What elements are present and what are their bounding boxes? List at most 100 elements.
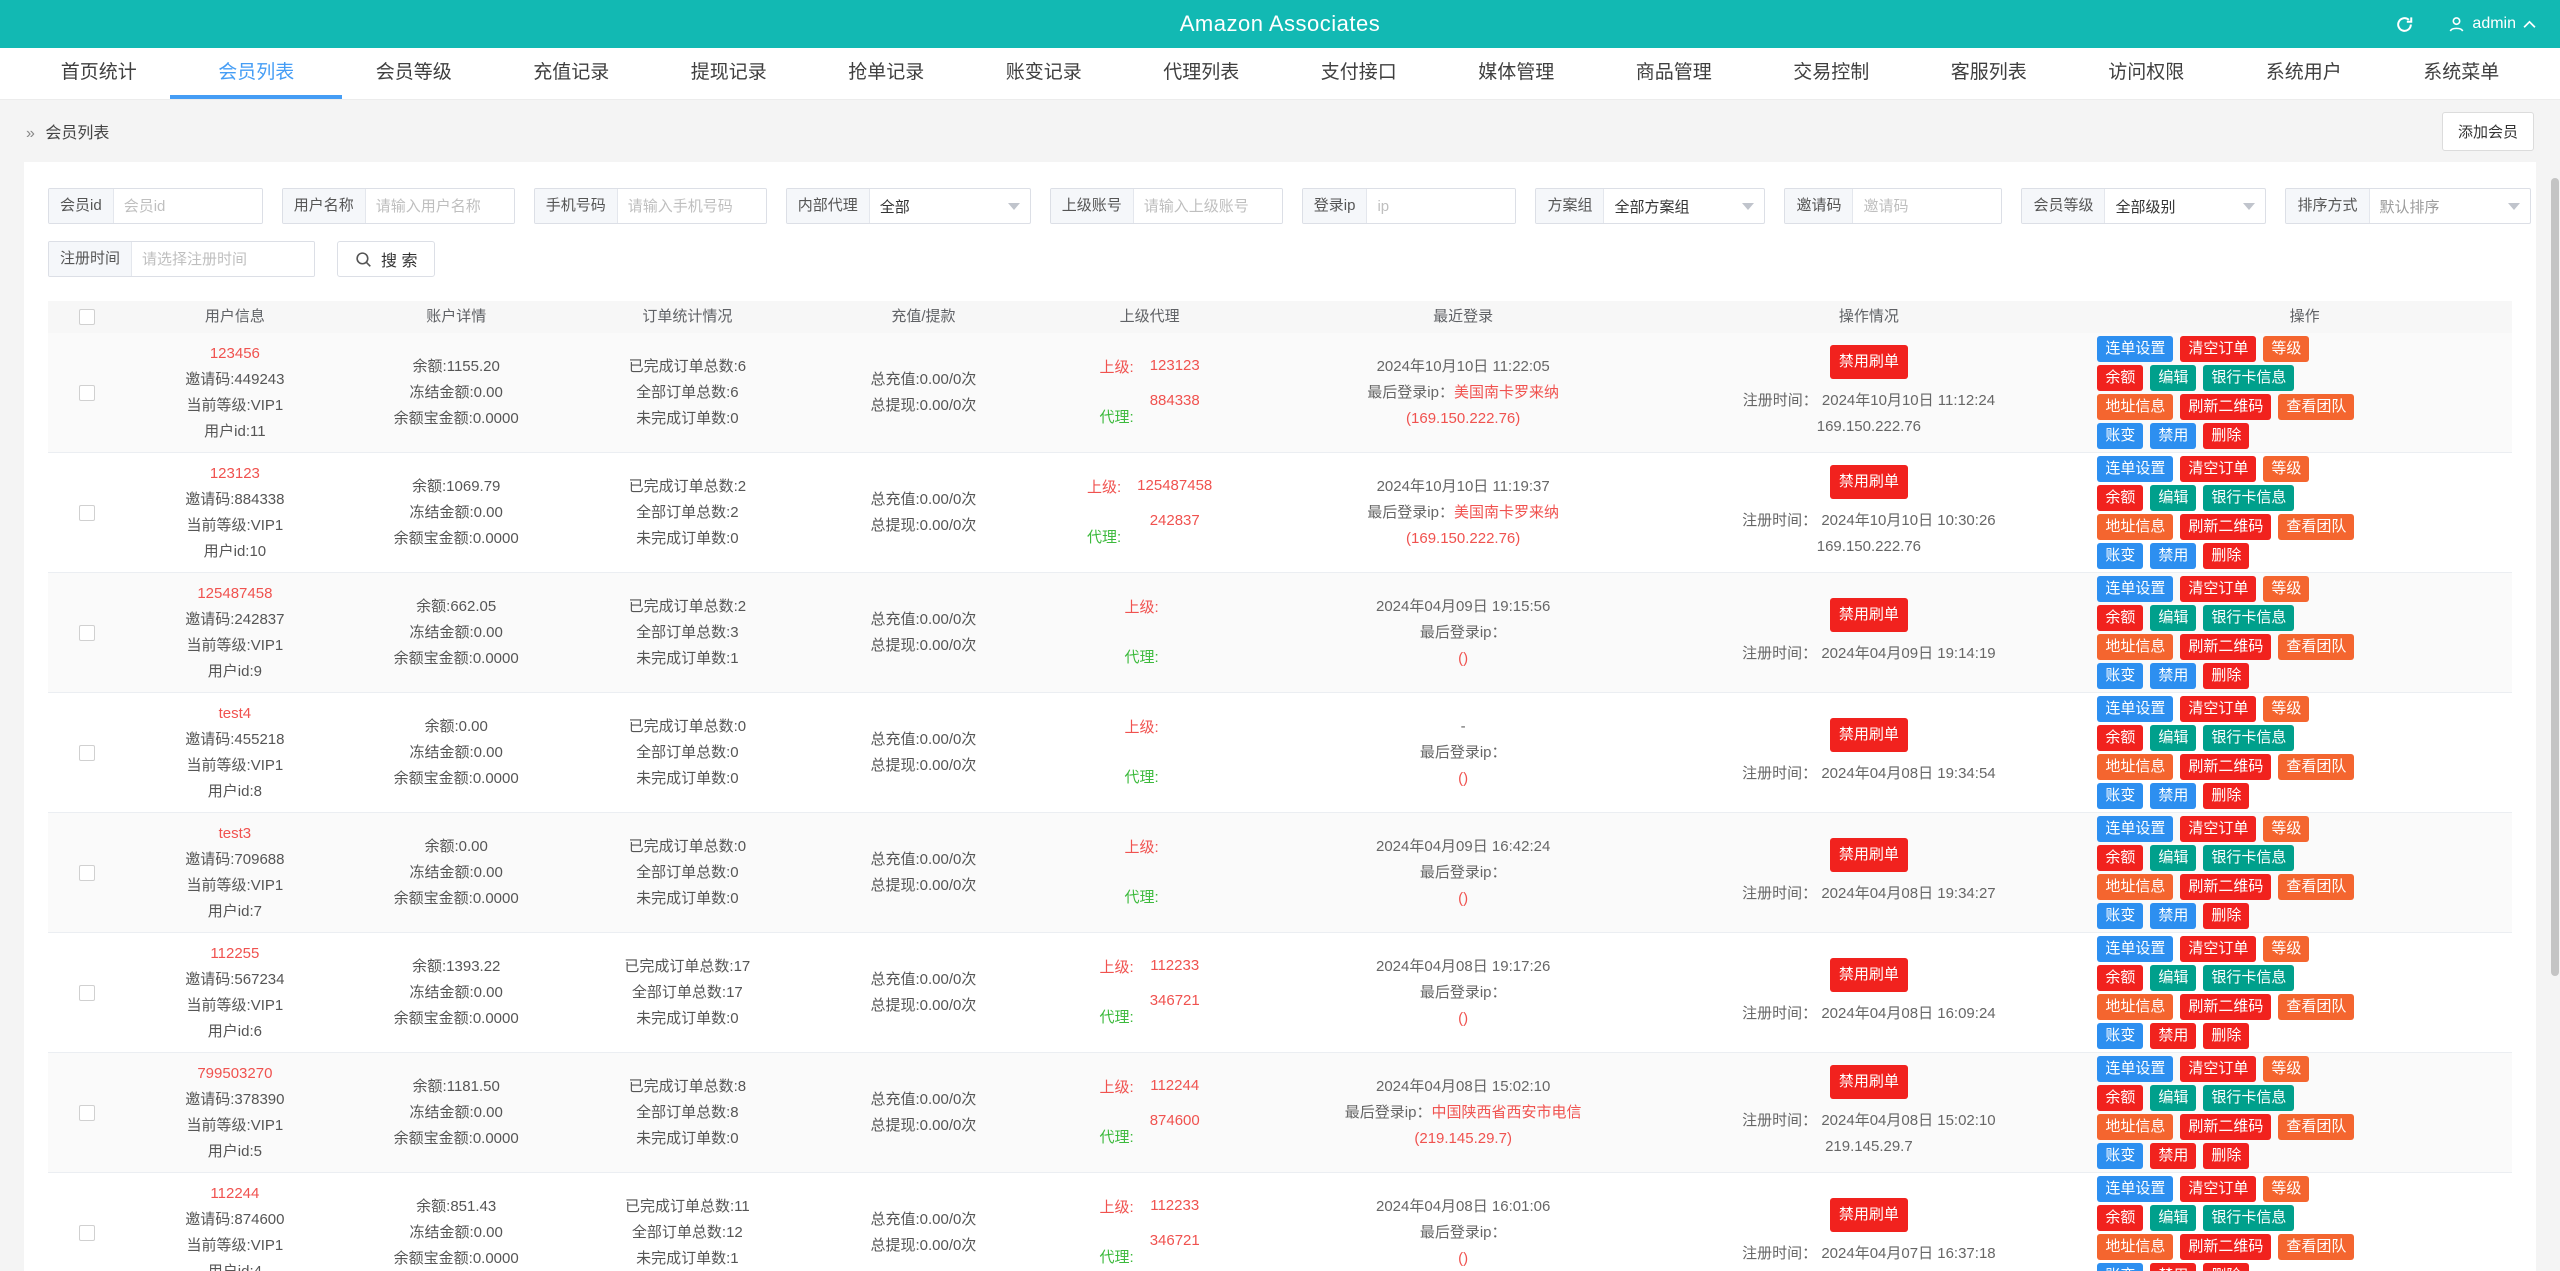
action-button-地址信息[interactable]: 地址信息 [2097, 514, 2174, 540]
filter-input-登录ip[interactable] [1367, 189, 1516, 223]
action-button-连单设置[interactable]: 连单设置 [2097, 1176, 2174, 1202]
action-button-余额[interactable]: 余额 [2097, 1205, 2144, 1231]
action-button-编辑[interactable]: 编辑 [2150, 845, 2197, 871]
action-button-等级[interactable]: 等级 [2263, 456, 2310, 482]
row-checkbox[interactable] [79, 1224, 96, 1241]
action-button-等级[interactable]: 等级 [2263, 576, 2310, 602]
action-button-清空订单[interactable]: 清空订单 [2180, 1176, 2257, 1202]
action-button-银行卡信息[interactable]: 银行卡信息 [2203, 485, 2295, 511]
tab-系统菜单[interactable]: 系统菜单 [2383, 48, 2541, 99]
refresh-icon[interactable] [2395, 15, 2414, 34]
action-button-银行卡信息[interactable]: 银行卡信息 [2203, 1085, 2295, 1111]
tab-会员列表[interactable]: 会员列表 [178, 48, 336, 99]
action-button-银行卡信息[interactable]: 银行卡信息 [2203, 365, 2295, 391]
action-button-编辑[interactable]: 编辑 [2150, 965, 2197, 991]
tab-抢单记录[interactable]: 抢单记录 [808, 48, 966, 99]
action-button-查看团队[interactable]: 查看团队 [2278, 394, 2355, 420]
action-button-禁用[interactable]: 禁用 [2150, 543, 2197, 569]
action-button-查看团队[interactable]: 查看团队 [2278, 634, 2355, 660]
action-button-清空订单[interactable]: 清空订单 [2180, 816, 2257, 842]
action-button-余额[interactable]: 余额 [2097, 365, 2144, 391]
action-button-刷新二维码[interactable]: 刷新二维码 [2180, 1234, 2272, 1260]
action-button-查看团队[interactable]: 查看团队 [2278, 994, 2355, 1020]
action-button-删除[interactable]: 删除 [2203, 543, 2250, 569]
action-button-等级[interactable]: 等级 [2263, 336, 2310, 362]
action-button-地址信息[interactable]: 地址信息 [2097, 994, 2174, 1020]
action-button-账变[interactable]: 账变 [2097, 903, 2144, 929]
action-button-等级[interactable]: 等级 [2263, 936, 2310, 962]
action-button-清空订单[interactable]: 清空订单 [2180, 576, 2257, 602]
action-button-连单设置[interactable]: 连单设置 [2097, 336, 2174, 362]
action-button-编辑[interactable]: 编辑 [2150, 605, 2197, 631]
filter-select-排序方式[interactable]: 默认排序 [2370, 189, 2530, 223]
action-button-查看团队[interactable]: 查看团队 [2278, 754, 2355, 780]
action-button-查看团队[interactable]: 查看团队 [2278, 874, 2355, 900]
action-button-禁用[interactable]: 禁用 [2150, 423, 2197, 449]
filter-input-用户名称[interactable] [365, 189, 514, 223]
tab-系统用户[interactable]: 系统用户 [2225, 48, 2383, 99]
action-button-账变[interactable]: 账变 [2097, 1263, 2144, 1271]
action-button-银行卡信息[interactable]: 银行卡信息 [2203, 605, 2295, 631]
action-button-连单设置[interactable]: 连单设置 [2097, 696, 2174, 722]
action-button-余额[interactable]: 余额 [2097, 485, 2144, 511]
action-button-清空订单[interactable]: 清空订单 [2180, 1056, 2257, 1082]
action-button-刷新二维码[interactable]: 刷新二维码 [2180, 874, 2272, 900]
action-button-余额[interactable]: 余额 [2097, 1085, 2144, 1111]
add-member-button[interactable]: 添加会员 [2441, 111, 2534, 151]
action-button-等级[interactable]: 等级 [2263, 1056, 2310, 1082]
action-button-余额[interactable]: 余额 [2097, 845, 2144, 871]
action-button-编辑[interactable]: 编辑 [2150, 1085, 2197, 1111]
action-button-编辑[interactable]: 编辑 [2150, 365, 2197, 391]
action-button-删除[interactable]: 删除 [2203, 903, 2250, 929]
action-button-连单设置[interactable]: 连单设置 [2097, 816, 2174, 842]
action-button-地址信息[interactable]: 地址信息 [2097, 1234, 2174, 1260]
tab-会员等级[interactable]: 会员等级 [335, 48, 493, 99]
row-checkbox[interactable] [79, 744, 96, 761]
action-button-禁用[interactable]: 禁用 [2150, 1263, 2197, 1271]
action-button-编辑[interactable]: 编辑 [2150, 1205, 2197, 1231]
action-button-清空订单[interactable]: 清空订单 [2180, 456, 2257, 482]
action-button-删除[interactable]: 删除 [2203, 1143, 2250, 1169]
action-button-账变[interactable]: 账变 [2097, 423, 2144, 449]
action-button-编辑[interactable]: 编辑 [2150, 485, 2197, 511]
tab-代理列表[interactable]: 代理列表 [1123, 48, 1281, 99]
tab-充值记录[interactable]: 充值记录 [493, 48, 651, 99]
row-checkbox[interactable] [79, 1104, 96, 1121]
action-button-删除[interactable]: 删除 [2203, 423, 2250, 449]
action-button-连单设置[interactable]: 连单设置 [2097, 936, 2174, 962]
tab-交易控制[interactable]: 交易控制 [1753, 48, 1911, 99]
filter-select-内部代理[interactable]: 全部 [870, 189, 1030, 223]
action-button-银行卡信息[interactable]: 银行卡信息 [2203, 1205, 2295, 1231]
action-button-禁用[interactable]: 禁用 [2150, 783, 2197, 809]
action-button-删除[interactable]: 删除 [2203, 663, 2250, 689]
action-button-查看团队[interactable]: 查看团队 [2278, 1234, 2355, 1260]
row-checkbox[interactable] [79, 984, 96, 1001]
action-button-编辑[interactable]: 编辑 [2150, 725, 2197, 751]
filter-select-会员等级[interactable]: 全部级别 [2105, 189, 2265, 223]
action-button-禁用[interactable]: 禁用 [2150, 1023, 2197, 1049]
action-button-刷新二维码[interactable]: 刷新二维码 [2180, 634, 2272, 660]
action-button-地址信息[interactable]: 地址信息 [2097, 754, 2174, 780]
action-button-等级[interactable]: 等级 [2263, 1176, 2310, 1202]
row-checkbox[interactable] [79, 384, 96, 401]
row-checkbox[interactable] [79, 504, 96, 521]
tab-访问权限[interactable]: 访问权限 [2068, 48, 2226, 99]
action-button-账变[interactable]: 账变 [2097, 663, 2144, 689]
action-button-银行卡信息[interactable]: 银行卡信息 [2203, 965, 2295, 991]
filter-input-邀请码[interactable] [1853, 189, 2002, 223]
tab-首页统计[interactable]: 首页统计 [20, 48, 178, 99]
search-button[interactable]: 搜 索 [337, 241, 436, 277]
action-button-删除[interactable]: 删除 [2203, 1023, 2250, 1049]
action-button-账变[interactable]: 账变 [2097, 1023, 2144, 1049]
select-all-checkbox[interactable] [79, 309, 96, 325]
filter-select-方案组[interactable]: 全部方案组 [1604, 189, 1764, 223]
action-button-清空订单[interactable]: 清空订单 [2180, 936, 2257, 962]
action-button-账变[interactable]: 账变 [2097, 543, 2144, 569]
tab-账变记录[interactable]: 账变记录 [965, 48, 1123, 99]
tab-支付接口[interactable]: 支付接口 [1280, 48, 1438, 99]
action-button-禁用[interactable]: 禁用 [2150, 1143, 2197, 1169]
tab-商品管理[interactable]: 商品管理 [1595, 48, 1753, 99]
action-button-查看团队[interactable]: 查看团队 [2278, 1114, 2355, 1140]
tab-客服列表[interactable]: 客服列表 [1910, 48, 2068, 99]
action-button-清空订单[interactable]: 清空订单 [2180, 696, 2257, 722]
